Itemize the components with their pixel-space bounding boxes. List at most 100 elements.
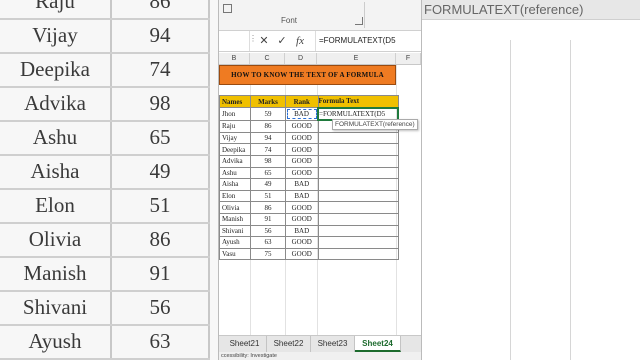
formula-input[interactable]: =FORMULATEXT(D5 (315, 31, 421, 51)
cell-rank[interactable]: BAD (285, 224, 319, 238)
cell-marks[interactable]: 59 (250, 107, 286, 121)
cell-name[interactable]: Olivia (219, 201, 251, 214)
bg-mark-text: 91 (149, 261, 171, 285)
cell-marks[interactable]: 91 (250, 212, 286, 226)
cell-formula-text[interactable] (317, 189, 399, 203)
sheet-tab[interactable]: Sheet22 (267, 336, 311, 352)
table-row: Advika 98 GOOD (219, 154, 399, 168)
cell-rank[interactable]: GOOD (285, 247, 319, 261)
bg-mark-text: 86 (149, 227, 171, 251)
cell-formula-text[interactable] (317, 166, 399, 180)
cell-rank[interactable]: GOOD (285, 131, 319, 145)
cell-name[interactable]: Deepika (219, 143, 251, 156)
cell-marks[interactable]: 63 (250, 236, 286, 249)
cell-formula-text[interactable] (317, 212, 399, 226)
bg-name-text: Ashu (32, 125, 78, 149)
column-header-d[interactable]: D (285, 53, 317, 64)
bg-mark-text: 63 (149, 329, 171, 353)
cell-name[interactable]: Vasu (219, 247, 251, 261)
cell-name[interactable]: Manish (219, 212, 251, 226)
table-row: Olivia 86 GOOD (219, 201, 399, 214)
cell-rank[interactable]: GOOD (285, 212, 319, 226)
bg-name-text: Elon (35, 193, 75, 217)
bg-name-text: Raju (35, 0, 75, 13)
cell-rank[interactable]: BAD (285, 107, 319, 121)
cell-formula-text[interactable] (317, 154, 399, 168)
cell-marks[interactable]: 86 (250, 201, 286, 214)
bg-mark-text: 49 (149, 159, 171, 183)
table-row: Elon 51 BAD (219, 189, 399, 203)
table-row: Deepika 74 GOOD (219, 143, 399, 156)
bg-formula-text: FORMULATEXT(reference) (420, 0, 640, 20)
cell-marks[interactable]: 51 (250, 189, 286, 203)
cell-marks[interactable]: 74 (250, 143, 286, 156)
bg-name-text: Olivia (28, 227, 82, 251)
cell-marks[interactable]: 75 (250, 247, 286, 261)
more-icon[interactable]: ⋮ (249, 34, 257, 43)
sheet-tab[interactable]: Sheet23 (311, 336, 355, 352)
cell-name[interactable]: Advika (219, 154, 251, 168)
bg-name-text: Vijay (32, 23, 78, 47)
column-header-b[interactable]: B (219, 53, 250, 64)
cell-name[interactable]: Shivani (219, 224, 251, 238)
bg-name-text: Advika (24, 91, 86, 115)
table-row: Ashu 65 GOOD (219, 166, 399, 180)
cell-marks[interactable]: 49 (250, 178, 286, 191)
cell-formula-text[interactable] (317, 178, 399, 191)
cell-name[interactable]: Raju (219, 119, 251, 133)
dialog-launcher-icon[interactable] (355, 17, 363, 25)
enter-icon[interactable]: ✓ (275, 33, 289, 49)
table-row: Aisha 49 BAD (219, 178, 399, 191)
bg-name-text: Manish (23, 261, 87, 285)
cell-rank[interactable]: BAD (285, 189, 319, 203)
cell-rank[interactable]: GOOD (285, 236, 319, 249)
cell-marks[interactable]: 94 (250, 131, 286, 145)
cell-name[interactable]: Ayush (219, 236, 251, 249)
cell-formula-text[interactable] (317, 143, 399, 156)
cell-rank[interactable]: GOOD (285, 201, 319, 214)
table-row: Ayush 63 GOOD (219, 236, 399, 249)
cell-marks[interactable]: 65 (250, 166, 286, 180)
table-row: Manish 91 GOOD (219, 212, 399, 226)
bg-mark-text: 65 (149, 125, 171, 149)
cell-name[interactable]: Ashu (219, 166, 251, 180)
table-row: Vijay 94 GOOD (219, 131, 399, 145)
format-icon[interactable] (223, 4, 232, 13)
cell-rank[interactable]: GOOD (285, 166, 319, 180)
bg-mark-text: 74 (149, 57, 171, 81)
cell-name[interactable]: Jhon (219, 107, 251, 121)
sheet-tab[interactable]: Sheet21 (223, 336, 267, 352)
cell-formula-text[interactable] (317, 236, 399, 249)
cell-formula-text[interactable] (317, 201, 399, 214)
cell-marks[interactable]: 86 (250, 119, 286, 133)
cell-name[interactable]: Aisha (219, 178, 251, 191)
column-header-f[interactable]: F (396, 53, 421, 64)
sheet-tab[interactable]: Sheet24 (355, 336, 401, 352)
cancel-icon[interactable]: ✕ (257, 33, 271, 49)
cell-formula-text[interactable] (317, 224, 399, 238)
header-formula-text[interactable]: Formula Text (317, 94, 399, 109)
column-header-e[interactable]: E (317, 53, 396, 64)
header-marks[interactable]: Marks (250, 94, 286, 109)
cell-rank[interactable]: BAD (285, 178, 319, 191)
header-rank[interactable]: Rank (285, 94, 319, 109)
cell-name[interactable]: Vijay (219, 131, 251, 145)
header-names[interactable]: Names (219, 94, 251, 109)
cell-formula-text[interactable] (317, 131, 399, 145)
ribbon: Font (219, 0, 421, 31)
worksheet-grid[interactable]: HOW TO KNOW THE TEXT OF A FORMULA Names … (219, 65, 421, 335)
sheet-tabs: Sheet21 Sheet22 Sheet23 Sheet24 (219, 335, 421, 353)
cell-marks[interactable]: 56 (250, 224, 286, 238)
column-header-c[interactable]: C (250, 53, 285, 64)
cell-formula-text[interactable] (317, 247, 399, 261)
name-box[interactable] (219, 31, 250, 51)
status-bar: ccessibility: Investigate (219, 352, 421, 360)
insert-function-icon[interactable]: fx (293, 33, 307, 49)
cell-name[interactable]: Elon (219, 189, 251, 203)
cell-marks[interactable]: 98 (250, 154, 286, 168)
cell-rank[interactable]: GOOD (285, 154, 319, 168)
bg-mark-text: 86 (149, 0, 171, 13)
cell-rank[interactable]: GOOD (285, 143, 319, 156)
table-row: Vasu 75 GOOD (219, 247, 399, 261)
cell-rank[interactable]: GOOD (285, 119, 319, 133)
